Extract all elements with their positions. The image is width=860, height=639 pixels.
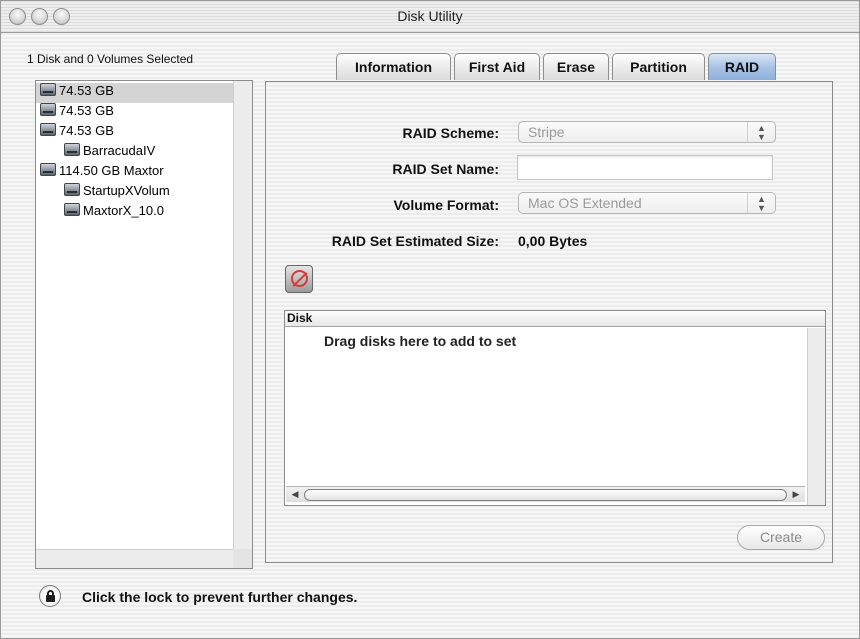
- scroll-left-icon[interactable]: ◀: [288, 488, 302, 501]
- prohibited-icon: [291, 270, 308, 287]
- disk-table-vertical-scrollbar[interactable]: [807, 328, 825, 505]
- hard-drive-icon: [40, 163, 56, 176]
- scroll-thumb[interactable]: [304, 489, 787, 501]
- volume-item-2[interactable]: StartupXVolum: [36, 183, 234, 203]
- volume-item-label: StartupXVolum: [83, 183, 170, 198]
- volume-item-label: MaxtorX_10.0: [83, 203, 164, 218]
- raid-set-name-field[interactable]: [517, 155, 773, 180]
- delete-raid-icon[interactable]: [285, 265, 313, 293]
- create-button[interactable]: Create: [737, 525, 825, 550]
- disk-item-1[interactable]: 74.53 GB: [36, 83, 234, 103]
- hard-drive-icon: [40, 83, 56, 96]
- popup-arrows-icon: ▲ ▼: [747, 193, 775, 213]
- volume-item-label: BarracudaIV: [83, 143, 156, 158]
- raid-scheme-value: Stripe: [528, 124, 565, 140]
- disk-table-horizontal-scrollbar[interactable]: ◀ ▶: [286, 486, 805, 502]
- window-title: Disk Utility: [397, 8, 463, 24]
- title-bar[interactable]: Disk Utility: [1, 1, 859, 33]
- raid-disk-table[interactable]: Disk Drag disks here to add to set: [284, 310, 826, 506]
- disk-list-items: 74.53 GB 74.53 GB 74.53 GB BarracudaIV 1…: [36, 81, 234, 550]
- volume-icon: [64, 183, 80, 196]
- disk-list-horizontal-scrollbar[interactable]: [36, 549, 234, 568]
- tab-partition[interactable]: Partition: [612, 53, 705, 80]
- disk-item-label: 114.50 GB Maxtor: [59, 163, 164, 178]
- disk-item-label: 74.53 GB: [59, 103, 114, 118]
- drag-disks-hint: Drag disks here to add to set: [324, 333, 517, 349]
- estimated-size-value: 0,00 Bytes: [518, 233, 588, 249]
- lock-icon[interactable]: [39, 585, 61, 607]
- disk-column-header[interactable]: Disk: [285, 311, 825, 327]
- raid-set-name-label: RAID Set Name:: [392, 161, 499, 177]
- hard-drive-icon: [40, 123, 56, 136]
- lock-body: [46, 595, 55, 602]
- tab-raid[interactable]: RAID: [708, 53, 776, 80]
- volume-item-3[interactable]: MaxtorX_10.0: [36, 203, 234, 223]
- scroll-right-icon[interactable]: ▶: [789, 488, 803, 501]
- hard-drive-icon: [40, 103, 56, 116]
- volume-format-popup[interactable]: Mac OS Extended ▲ ▼: [518, 192, 776, 214]
- lock-message: Click the lock to prevent further change…: [82, 589, 358, 605]
- volume-format-label: Volume Format:: [393, 197, 499, 213]
- disk-list: 74.53 GB 74.53 GB 74.53 GB BarracudaIV 1…: [35, 80, 253, 569]
- disk-item-2[interactable]: 74.53 GB: [36, 103, 234, 123]
- volume-icon: [64, 143, 80, 156]
- disk-list-vertical-scrollbar[interactable]: [233, 81, 252, 550]
- raid-scheme-label: RAID Scheme:: [402, 125, 499, 141]
- raid-scheme-popup[interactable]: Stripe ▲ ▼: [518, 121, 776, 143]
- scroll-corner: [233, 549, 252, 568]
- tab-erase[interactable]: Erase: [543, 53, 609, 80]
- popup-arrows-icon: ▲ ▼: [747, 122, 775, 142]
- disk-item-label: 74.53 GB: [59, 123, 114, 138]
- volume-format-value: Mac OS Extended: [528, 195, 642, 211]
- tab-first-aid[interactable]: First Aid: [454, 53, 540, 80]
- volume-icon: [64, 203, 80, 216]
- volume-item-1[interactable]: BarracudaIV: [36, 143, 234, 163]
- estimated-size-label: RAID Set Estimated Size:: [331, 233, 499, 249]
- selection-summary: 1 Disk and 0 Volumes Selected: [27, 52, 194, 66]
- tab-information[interactable]: Information: [336, 53, 451, 80]
- disk-item-3[interactable]: 74.53 GB: [36, 123, 234, 143]
- disk-utility-window: Disk Utility 1 Disk and 0 Volumes Select…: [0, 0, 860, 639]
- disk-item-label: 74.53 GB: [59, 83, 114, 98]
- disk-item-4[interactable]: 114.50 GB Maxtor: [36, 163, 234, 183]
